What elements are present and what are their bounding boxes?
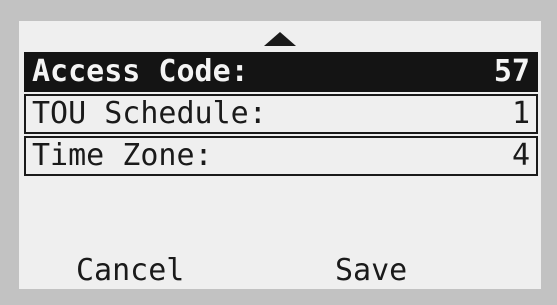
device-bezel: Access Code: 57 TOU Schedule: 1 Time Zon… [0,0,557,305]
menu-item-value: 57 [493,54,530,89]
menu-item-tou-schedule[interactable]: TOU Schedule: 1 [24,94,538,134]
menu-item-label: TOU Schedule: [32,96,267,131]
menu-item-time-zone[interactable]: Time Zone: 4 [24,136,538,176]
save-button[interactable]: Save [335,253,407,289]
scroll-up-icon[interactable] [264,32,296,46]
menu-item-label: Time Zone: [32,138,213,173]
lcd-screen: Access Code: 57 TOU Schedule: 1 Time Zon… [19,21,541,289]
menu-item-access-code[interactable]: Access Code: 57 [24,52,538,92]
menu-item-value: 1 [511,96,530,131]
cancel-button[interactable]: Cancel [76,253,184,289]
settings-menu: Access Code: 57 TOU Schedule: 1 Time Zon… [24,52,538,178]
menu-item-label: Access Code: [32,54,249,89]
menu-item-value: 4 [511,138,530,173]
